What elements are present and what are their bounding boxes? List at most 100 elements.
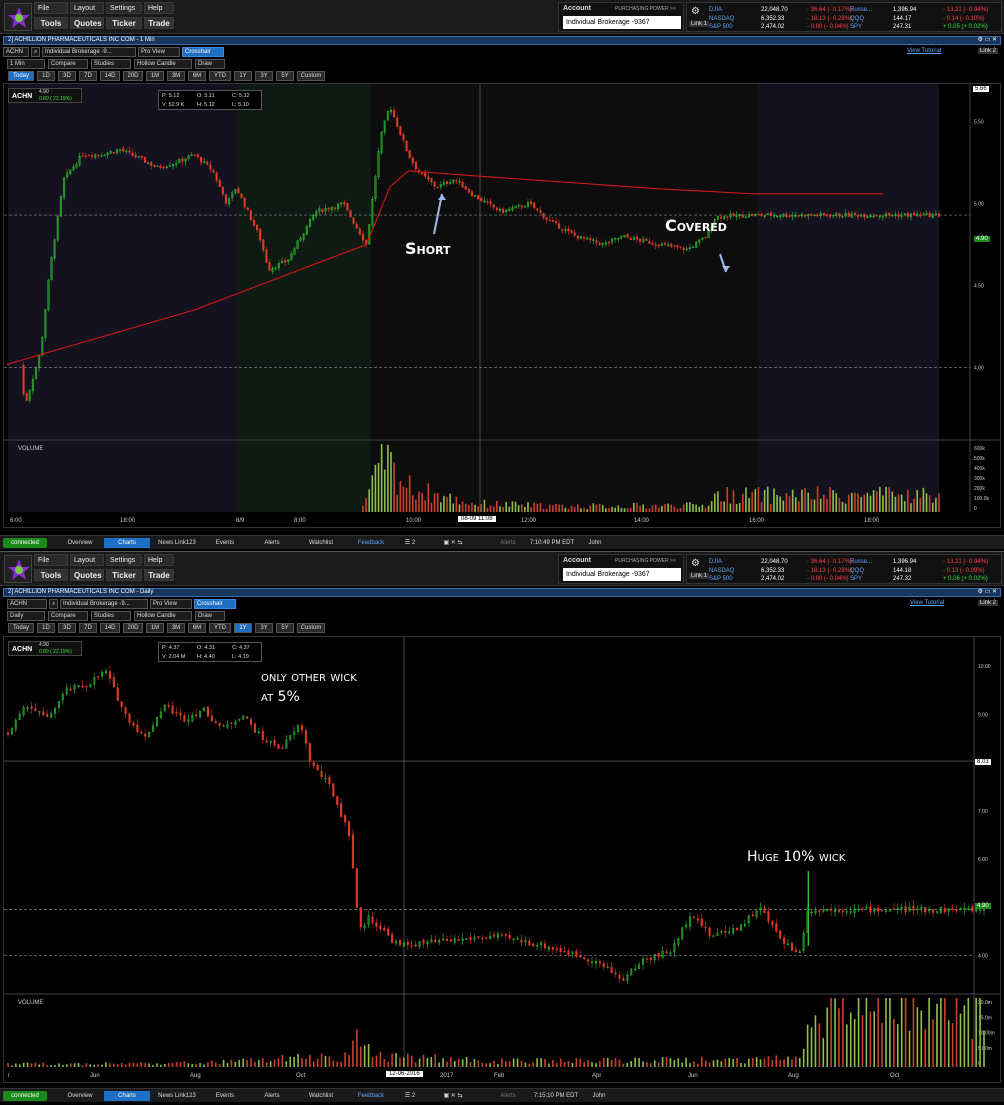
feedback-link[interactable]: Feedback xyxy=(348,538,394,548)
range-5y[interactable]: 5Y xyxy=(276,71,294,81)
menu-file[interactable]: File xyxy=(34,2,68,14)
menu-layout[interactable]: Layout xyxy=(70,554,104,566)
link-label[interactable]: Link 1 xyxy=(689,21,710,27)
draw-button[interactable]: Draw xyxy=(195,611,225,621)
tab-alerts[interactable]: Alerts xyxy=(250,1091,294,1101)
crosshair-button[interactable]: Crosshair xyxy=(182,47,224,57)
menu-layout[interactable]: Layout xyxy=(70,2,104,14)
range-14d[interactable]: 14D xyxy=(100,623,120,633)
range-1d[interactable]: 1D xyxy=(37,71,55,81)
draw-button[interactable]: Draw xyxy=(195,59,225,69)
link2-label[interactable]: Link 2 xyxy=(978,48,999,54)
studies-dropdown[interactable]: Studies xyxy=(91,611,131,621)
menu-file[interactable]: File xyxy=(34,554,68,566)
view-tutorial-link[interactable]: View Tutorial xyxy=(907,48,941,54)
alerts-small[interactable]: Alerts xyxy=(496,538,520,548)
index-name[interactable]: SPY xyxy=(850,575,862,583)
index-name[interactable]: Russe... xyxy=(850,6,872,14)
menu-tools[interactable]: Tools xyxy=(34,17,68,29)
tab-charts[interactable]: Charts xyxy=(104,1091,150,1101)
menu-tools[interactable]: Tools xyxy=(34,569,68,581)
index-name[interactable]: NASDAQ xyxy=(709,15,734,23)
feedback-link[interactable]: Feedback xyxy=(348,1091,394,1101)
tab-events[interactable]: Events xyxy=(204,1091,246,1101)
index-name[interactable]: S&P 500 xyxy=(709,23,733,31)
tab-watchlist[interactable]: Watchlist xyxy=(298,538,344,548)
studies-dropdown[interactable]: Studies xyxy=(91,59,131,69)
index-name[interactable]: Russe... xyxy=(850,558,872,566)
range-20d[interactable]: 20D xyxy=(123,623,143,633)
view-dropdown[interactable]: Pro View xyxy=(138,47,180,57)
gear-icon[interactable]: ⚙ xyxy=(691,6,700,17)
tab-watchlist[interactable]: Watchlist xyxy=(298,1091,344,1101)
index-name[interactable]: QQQ xyxy=(850,15,864,23)
search-icon[interactable]: ⌕ xyxy=(31,47,40,57)
range-custom[interactable]: Custom xyxy=(297,623,325,633)
menu-ticker[interactable]: Ticker xyxy=(106,17,142,29)
link2-label[interactable]: Link 2 xyxy=(978,600,999,606)
range-1y[interactable]: 1Y xyxy=(234,71,252,81)
range-20d[interactable]: 20D xyxy=(123,71,143,81)
tab-news[interactable]: News Link123 xyxy=(152,538,202,548)
chart-type-dropdown[interactable]: Hollow Candle xyxy=(134,59,192,69)
range-6m[interactable]: 6M xyxy=(188,71,206,81)
tab-charts[interactable]: Charts xyxy=(104,538,150,548)
menu-help[interactable]: Help xyxy=(144,2,174,14)
menu-quotes[interactable]: Quotes xyxy=(70,17,104,29)
tab-alerts[interactable]: Alerts xyxy=(250,538,294,548)
index-name[interactable]: DJIA xyxy=(709,6,722,14)
range-custom[interactable]: Custom xyxy=(297,71,325,81)
link-label[interactable]: Link 1 xyxy=(689,573,710,579)
tab-events[interactable]: Events xyxy=(204,538,246,548)
menu-icon[interactable]: ☰ 2 xyxy=(400,1091,420,1101)
compare-dropdown[interactable]: Compare xyxy=(48,611,88,621)
menu-trade[interactable]: Trade xyxy=(144,17,174,29)
range-14d[interactable]: 14D xyxy=(100,71,120,81)
interval-dropdown[interactable]: 1 Min xyxy=(7,59,45,69)
index-name[interactable]: QQQ xyxy=(850,567,864,575)
account-dropdown[interactable]: Individual Brokerage -9... xyxy=(42,47,136,57)
range-3m[interactable]: 3M xyxy=(167,623,185,633)
index-name[interactable]: DJIA xyxy=(709,558,722,566)
index-name[interactable]: S&P 500 xyxy=(709,575,733,583)
range-3y[interactable]: 3Y xyxy=(255,623,273,633)
index-name[interactable]: SPY xyxy=(850,23,862,31)
account-select[interactable]: Individual Brokerage -9367 xyxy=(563,16,681,29)
account-select[interactable]: Individual Brokerage -9367 xyxy=(563,568,681,581)
menu-settings[interactable]: Settings xyxy=(106,554,142,566)
range-7d[interactable]: 7D xyxy=(79,71,97,81)
menu-quotes[interactable]: Quotes xyxy=(70,569,104,581)
range-1m[interactable]: 1M xyxy=(146,71,164,81)
window-controls[interactable]: ⚙ ▭ ✕ xyxy=(978,37,997,44)
buying-power-link[interactable]: PURCHASING POWER >> xyxy=(615,6,676,12)
account-dropdown[interactable]: Individual Brokerage -9... xyxy=(60,599,148,609)
tools-icons[interactable]: ▣ ✕ ⇆ xyxy=(428,538,478,548)
ticker-input[interactable]: ACHN xyxy=(7,599,47,609)
range-1m[interactable]: 1M xyxy=(146,623,164,633)
menu-help[interactable]: Help xyxy=(144,554,174,566)
tools-icons[interactable]: ▣ ✕ ⇆ xyxy=(428,1091,478,1101)
menu-settings[interactable]: Settings xyxy=(106,2,142,14)
range-ytd[interactable]: YTD xyxy=(209,623,231,633)
interval-dropdown[interactable]: Daily xyxy=(7,611,45,621)
range-3d[interactable]: 3D xyxy=(58,623,76,633)
alerts-small[interactable]: Alerts xyxy=(496,1091,520,1101)
range-3d[interactable]: 3D xyxy=(58,71,76,81)
tab-news[interactable]: News Link123 xyxy=(152,1091,202,1101)
crosshair-button[interactable]: Crosshair xyxy=(194,599,236,609)
menu-icon[interactable]: ☰ 2 xyxy=(400,538,420,548)
range-today[interactable]: Today xyxy=(8,623,34,633)
chart-type-dropdown[interactable]: Hollow Candle xyxy=(134,611,192,621)
range-7d[interactable]: 7D xyxy=(79,623,97,633)
view-tutorial-link[interactable]: View Tutorial xyxy=(910,600,944,606)
range-6m[interactable]: 6M xyxy=(188,623,206,633)
range-5y[interactable]: 5Y xyxy=(276,623,294,633)
compare-dropdown[interactable]: Compare xyxy=(48,59,88,69)
range-ytd[interactable]: YTD xyxy=(209,71,231,81)
buying-power-link[interactable]: PURCHASING POWER >> xyxy=(615,558,676,564)
search-icon[interactable]: ⌕ xyxy=(49,599,58,609)
ticker-input[interactable]: ACHN xyxy=(3,47,29,57)
tab-overview[interactable]: Overview xyxy=(58,1091,102,1101)
tab-overview[interactable]: Overview xyxy=(58,538,102,548)
range-3y[interactable]: 3Y xyxy=(255,71,273,81)
